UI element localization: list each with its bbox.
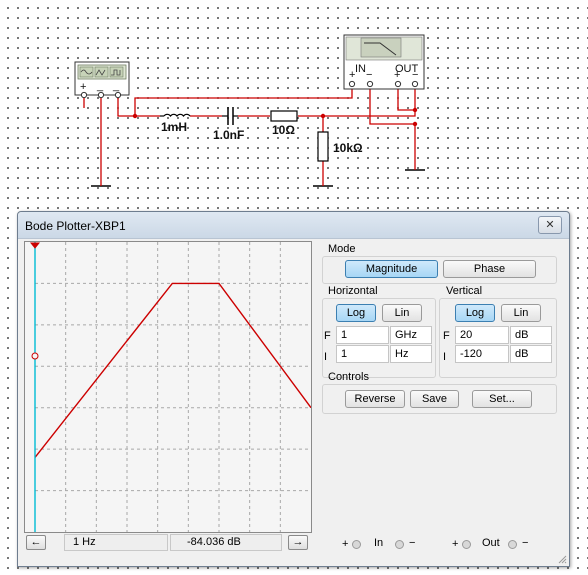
capacitor-symbol[interactable] bbox=[222, 107, 238, 125]
circuit-wires bbox=[83, 89, 416, 178]
shunt-resistor-value: 10kΩ bbox=[333, 141, 363, 155]
frequency-readout: 1 Hz bbox=[64, 534, 168, 551]
title-bar[interactable]: Bode Plotter-XBP1 ✕ bbox=[18, 212, 569, 239]
plot-grid bbox=[35, 242, 311, 532]
horizontal-final-tag: F bbox=[324, 330, 331, 342]
out-plus-label: + bbox=[452, 538, 459, 550]
bode-plot-svg bbox=[29, 242, 311, 532]
close-button[interactable]: ✕ bbox=[538, 216, 562, 234]
out-plus-terminal[interactable] bbox=[462, 540, 471, 549]
shunt-resistor-symbol[interactable] bbox=[317, 131, 329, 162]
magnitude-readout: -84.036 dB bbox=[170, 534, 282, 551]
vertical-lin-button[interactable]: Lin bbox=[501, 304, 541, 322]
series-resistor-symbol[interactable] bbox=[270, 110, 298, 122]
set-button[interactable]: Set... bbox=[472, 390, 532, 408]
window-title: Bode Plotter-XBP1 bbox=[25, 219, 126, 233]
capacitor-value: 1.0nF bbox=[213, 128, 244, 142]
ground-symbols bbox=[91, 160, 425, 187]
cursor-right-button[interactable]: → bbox=[288, 535, 308, 550]
resize-grip-icon[interactable] bbox=[557, 554, 567, 564]
save-button[interactable]: Save bbox=[410, 390, 459, 408]
status-bar: ← 1 Hz -84.036 dB → bbox=[24, 534, 312, 552]
out-label: Out bbox=[482, 537, 500, 549]
cursor-left-button[interactable]: ← bbox=[26, 535, 46, 550]
phase-button[interactable]: Phase bbox=[443, 260, 536, 278]
vertical-initial-unit[interactable]: dB bbox=[510, 345, 552, 363]
in-plus-label: + bbox=[342, 538, 349, 550]
cursor-point-marker bbox=[31, 352, 39, 360]
bode-plotter-window: Bode Plotter-XBP1 ✕ Mode Magnitude Phase… bbox=[17, 211, 570, 567]
function-generator[interactable]: + _ _ bbox=[74, 61, 130, 99]
svg-text:−: − bbox=[366, 69, 372, 81]
reverse-button[interactable]: Reverse bbox=[345, 390, 405, 408]
vertical-initial-tag: I bbox=[443, 351, 447, 363]
vertical-log-button[interactable]: Log bbox=[455, 304, 495, 322]
horizontal-final-unit[interactable]: GHz bbox=[390, 326, 432, 344]
series-resistor-value: 10Ω bbox=[272, 123, 295, 137]
magnitude-button[interactable]: Magnitude bbox=[345, 260, 438, 278]
mode-label: Mode bbox=[328, 243, 356, 255]
out-minus-terminal[interactable] bbox=[508, 540, 517, 549]
in-label: In bbox=[374, 537, 384, 549]
horizontal-final-value[interactable]: 1 bbox=[336, 326, 389, 344]
horizontal-lin-button[interactable]: Lin bbox=[382, 304, 422, 322]
vertical-final-unit[interactable]: dB bbox=[510, 326, 552, 344]
cursor-top-marker[interactable] bbox=[29, 242, 41, 249]
bode-plotter-instrument[interactable]: + − + − bbox=[343, 34, 425, 90]
bode-plot-area[interactable] bbox=[24, 241, 312, 533]
controls-label: Controls bbox=[328, 371, 369, 383]
horizontal-initial-value[interactable]: 1 bbox=[336, 345, 389, 363]
svg-text:+: + bbox=[80, 81, 86, 93]
in-minus-terminal[interactable] bbox=[395, 540, 404, 549]
bode-in-label: IN bbox=[355, 63, 366, 75]
vertical-initial-value[interactable]: -120 bbox=[455, 345, 509, 363]
vertical-final-tag: F bbox=[443, 330, 450, 342]
out-minus-label: − bbox=[522, 537, 529, 549]
bode-out-label: OUT bbox=[395, 63, 419, 75]
in-minus-label: − bbox=[409, 537, 416, 549]
vertical-label: Vertical bbox=[446, 285, 483, 297]
magnitude-trace bbox=[34, 282, 311, 458]
inductor-value: 1mH bbox=[161, 120, 187, 134]
in-plus-terminal[interactable] bbox=[352, 540, 361, 549]
horizontal-initial-tag: I bbox=[324, 351, 328, 363]
horizontal-initial-unit[interactable]: Hz bbox=[390, 345, 432, 363]
circuit-schematic: + _ _ 1mH 1.0nF 10Ω 10kΩ + − + − IN OUT bbox=[74, 34, 425, 187]
horizontal-label: Horizontal bbox=[328, 285, 378, 297]
vertical-final-value[interactable]: 20 bbox=[455, 326, 509, 344]
inductor-symbol[interactable] bbox=[160, 113, 191, 118]
horizontal-log-button[interactable]: Log bbox=[336, 304, 376, 322]
svg-text:_: _ bbox=[96, 80, 104, 92]
svg-text:_: _ bbox=[112, 80, 120, 92]
